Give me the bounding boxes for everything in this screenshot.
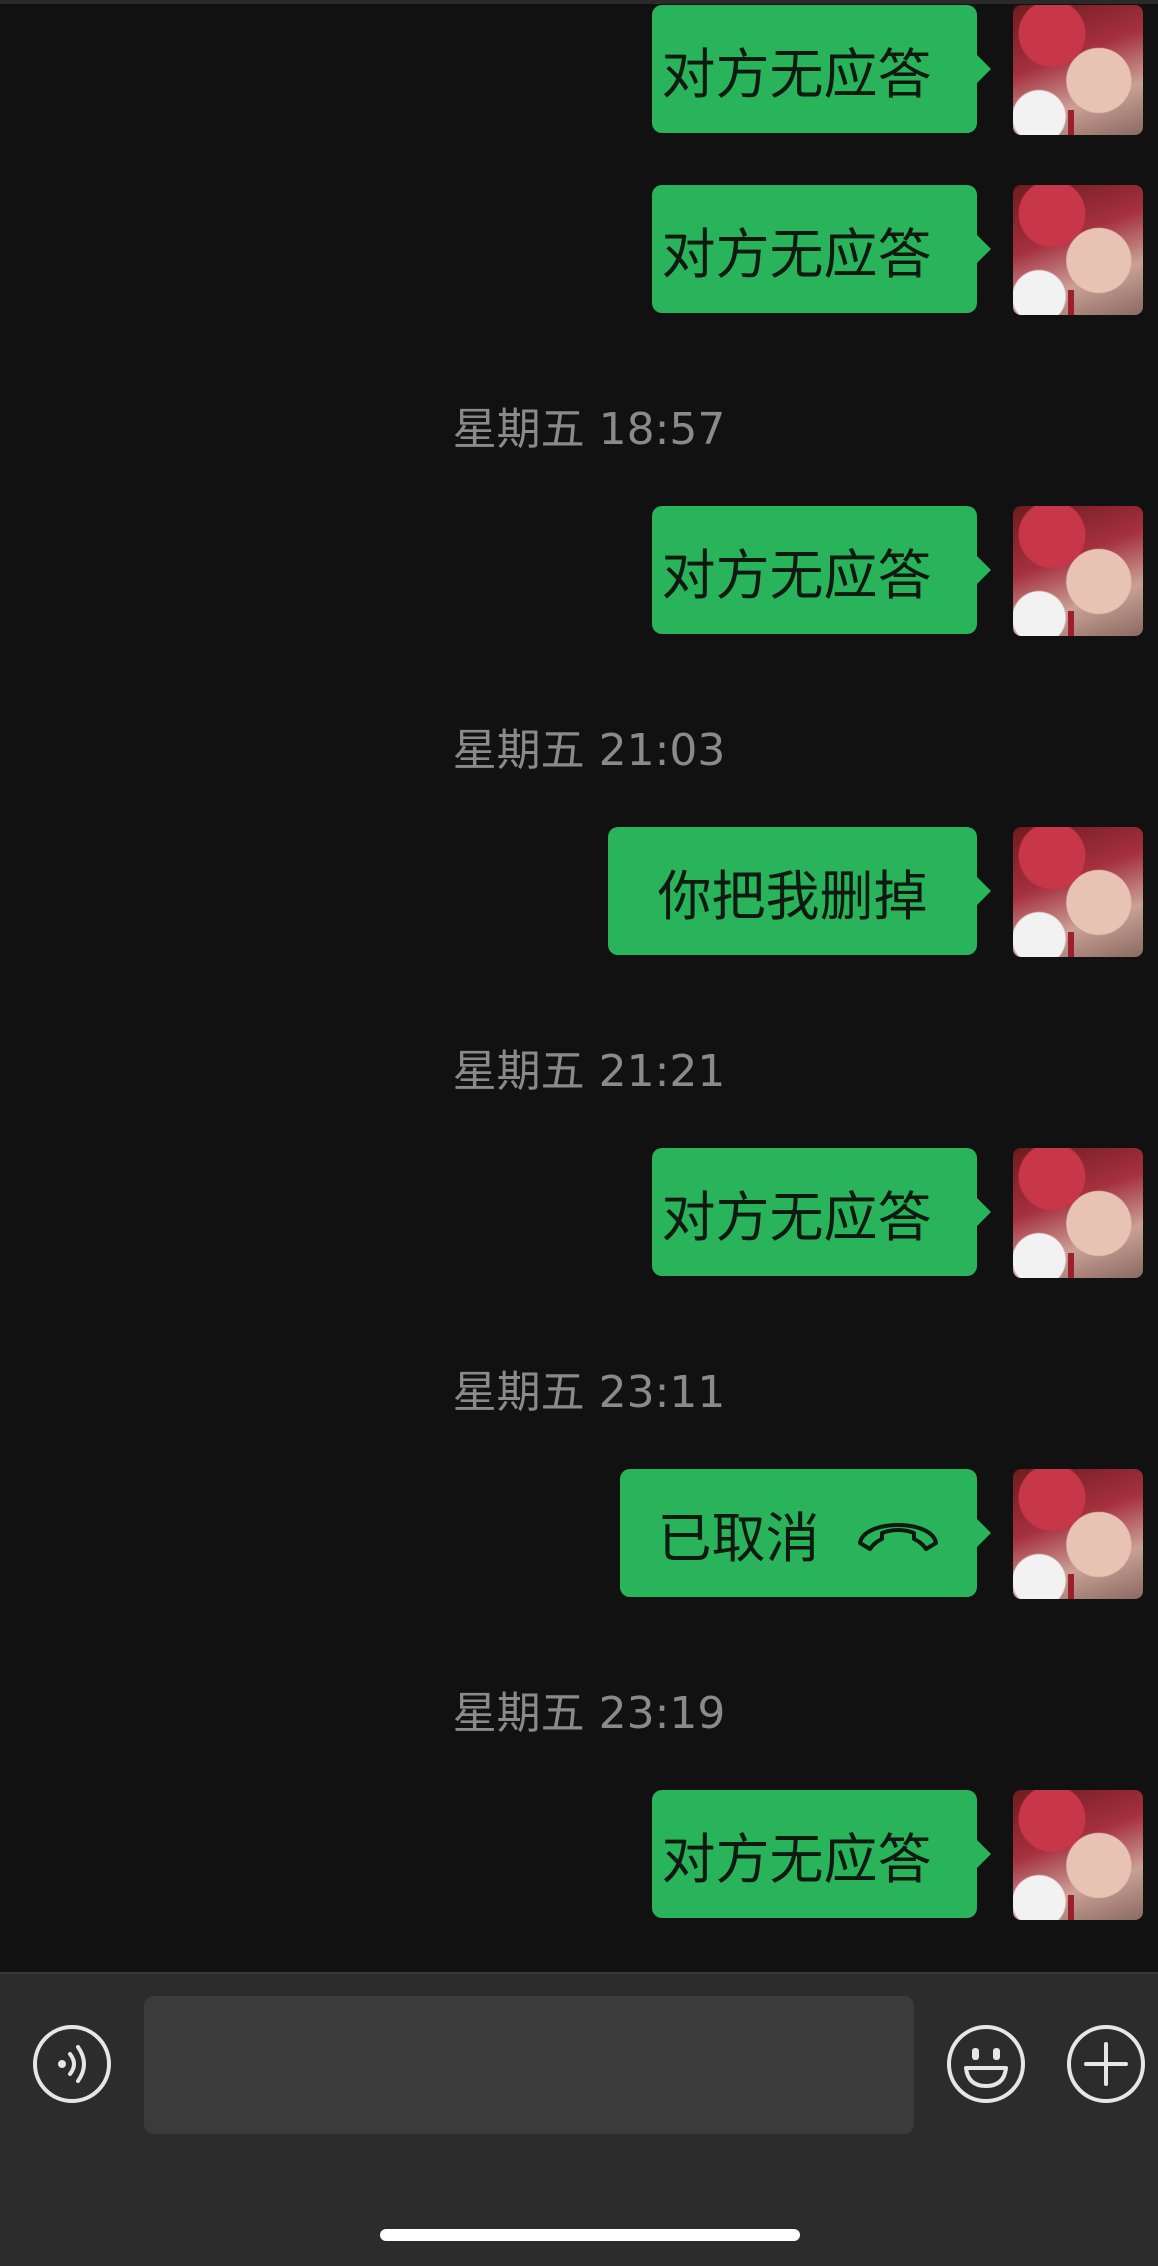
- home-indicator[interactable]: [380, 2229, 800, 2241]
- call-bubble[interactable]: 对方无应答: [652, 1148, 991, 1276]
- text-bubble[interactable]: 你把我删掉: [608, 827, 991, 955]
- divider: [0, 1972, 1158, 1974]
- message-text: 已取消: [657, 1506, 820, 1570]
- input-bar: [0, 1972, 1158, 2266]
- call-bubble[interactable]: 对方无应答: [652, 185, 991, 313]
- timestamp: 星期五 18:57: [452, 404, 726, 455]
- avatar[interactable]: [1013, 1469, 1143, 1599]
- message-text: 对方无应答: [661, 1185, 932, 1249]
- avatar[interactable]: [1013, 506, 1143, 636]
- voice-icon[interactable]: [32, 2024, 112, 2104]
- message-text: 对方无应答: [661, 42, 932, 106]
- message-row: 对方无应答: [0, 1790, 1158, 1920]
- message-input[interactable]: [144, 1996, 914, 2134]
- avatar[interactable]: [1013, 5, 1143, 135]
- message-row: 对方无应答: [0, 5, 1158, 135]
- phone-icon: [857, 1523, 938, 1551]
- message-text: 对方无应答: [661, 543, 932, 607]
- emoji-icon[interactable]: [946, 2024, 1026, 2104]
- timestamp: 星期五 21:21: [452, 1046, 726, 1097]
- message-text: 你把我删掉: [657, 864, 928, 928]
- timestamp: 星期五 23:19: [452, 1688, 726, 1739]
- message-row: 你把我删掉: [0, 827, 1158, 957]
- message-row: 对方无应答: [0, 506, 1158, 636]
- call-bubble[interactable]: 对方无应答: [652, 506, 991, 634]
- message-text: 对方无应答: [661, 222, 932, 286]
- call-bubble[interactable]: 对方无应答: [652, 1790, 991, 1918]
- call-bubble[interactable]: 已取消: [620, 1469, 991, 1597]
- message-row: 对方无应答: [0, 185, 1158, 315]
- avatar[interactable]: [1013, 827, 1143, 957]
- message-text: 对方无应答: [661, 1827, 932, 1891]
- avatar[interactable]: [1013, 1790, 1143, 1920]
- message-row: 已取消: [0, 1469, 1158, 1599]
- avatar[interactable]: [1013, 185, 1143, 315]
- avatar[interactable]: [1013, 1148, 1143, 1278]
- timestamp: 星期五 23:11: [452, 1367, 726, 1418]
- message-row: 对方无应答: [0, 1148, 1158, 1278]
- plus-icon[interactable]: [1066, 2024, 1146, 2104]
- call-bubble[interactable]: 对方无应答: [652, 5, 991, 133]
- chat-area[interactable]: 对方无应答 对方无应答 星期五 18:57 对方无应答 星期五 21:03 你把…: [0, 0, 1158, 1970]
- timestamp: 星期五 21:03: [452, 725, 726, 776]
